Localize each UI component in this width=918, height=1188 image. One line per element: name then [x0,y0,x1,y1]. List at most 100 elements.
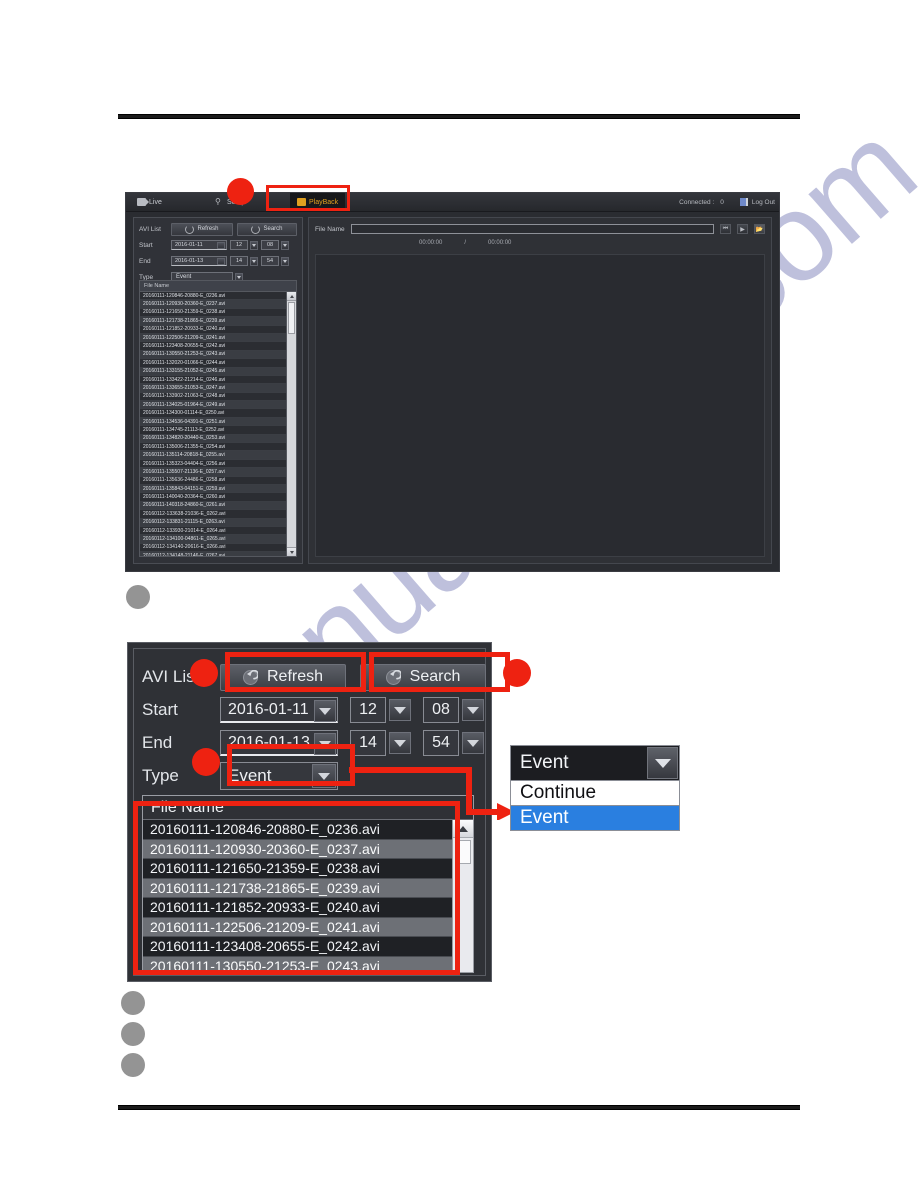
avi-list-control-panel: AVI List Refresh Search Start 2016-01-11… [133,217,303,564]
mini-start-hour[interactable]: 12 [230,240,248,250]
list-item[interactable]: 20160112-134148-21146-E_0267.avi [140,552,287,556]
scroll-up-icon[interactable] [287,292,296,301]
logout-icon [739,198,748,206]
mini-end-date-value: 2016-01-13 [175,258,204,264]
refresh-icon [185,224,195,234]
end-hour-chevron-down-icon[interactable] [389,732,411,754]
mini-end-minute[interactable]: 54 [261,256,279,266]
highlight-box-refresh [225,652,366,692]
list-item[interactable]: 20160112-133930-21014-E_0264.avi [140,526,287,536]
mini-search-button[interactable]: Search [237,222,297,236]
list-item[interactable]: 20160111-140040-20364-E_0260.avi [140,493,287,502]
mini-start-minute[interactable]: 08 [261,240,279,250]
highlight-box-playback-tab [266,185,350,211]
start-date-chevron-down-icon[interactable] [314,700,336,722]
list-item[interactable]: 20160112-134140-20616-E_0266.avi [140,543,287,553]
start-minute-chevron-down-icon[interactable] [462,699,484,721]
mini-start-date-chevron-down-icon[interactable] [217,242,225,249]
list-item[interactable]: 20160112-133831-21115-E_0263.avi [140,518,287,527]
list-item[interactable]: 20160111-121852-20933-E_0240.avi [140,325,287,334]
save-icon[interactable]: 📂 [754,224,765,234]
mini-end-minute-chevron-down-icon[interactable] [281,256,289,266]
app-navigation-bar: Live ⚲ Setup PlayBack Connected : 0 Log … [126,193,779,212]
list-item[interactable]: 20160111-134820-20440-E_0253.avi [140,434,287,444]
type-dropdown-popup[interactable]: Event Continue Event [510,745,680,831]
mini-end-hour-chevron-down-icon[interactable] [250,256,258,266]
mini-end-date-chevron-down-icon[interactable] [217,258,225,265]
start-minute-field[interactable]: 08 [423,697,459,723]
list-item[interactable]: 20160111-135006-21355-E_0254.avi [140,443,287,452]
list-item[interactable]: 20160111-135323-04404-E_0256.avi [140,459,287,469]
list-item[interactable]: 20160112-134100-04861-E_0265.avi [140,535,287,544]
list-item[interactable]: 20160111-135843-04151-E_0259.avi [140,484,287,494]
mini-file-list[interactable]: File Name 20160111-120846-20880-E_0236.a… [139,280,297,557]
nav-tab-live[interactable]: Live [130,193,169,211]
type-dropdown-chevron-down-icon[interactable] [647,747,678,779]
list-item[interactable]: 20160111-133422-21214-E_0246.avi [140,375,287,385]
list-item[interactable]: 20160111-120846-20880-E_0236.avi [140,292,287,301]
logout-label: Log Out [751,198,775,206]
mini-start-minute-chevron-down-icon[interactable] [281,240,289,250]
avi-list-control-rows: AVI List Refresh Search Start 2016-01-11… [134,218,302,286]
mini-end-hour[interactable]: 14 [230,256,248,266]
playback-time-row: 00:00:00 / 00:00:00 [419,240,511,246]
step-marker-4 [121,1053,145,1077]
list-item[interactable]: 20160111-133155-21052-E_0245.avi [140,367,287,376]
end-minute-field[interactable]: 54 [423,730,459,756]
list-item[interactable]: 20160111-122506-21209-E_0241.avi [140,333,287,343]
end-hour-field[interactable]: 14 [350,730,386,756]
playback-filename-input[interactable] [350,224,714,234]
mini-start-hour-chevron-down-icon[interactable] [250,240,258,250]
play-icon[interactable]: ▶ [737,224,748,234]
scroll-down-icon[interactable] [287,547,296,556]
connected-status: Connected : 0 [679,199,724,206]
dropdown-option[interactable]: Event [510,806,680,831]
dropdown-option[interactable]: Continue [510,781,680,806]
mini-end-date-field[interactable]: 2016-01-13 [171,256,227,266]
start-date-field[interactable]: 2016-01-11 [220,697,338,723]
list-item[interactable]: 20160111-135114-20818-E_0255.avi [140,451,287,460]
mini-scrollbar-thumb[interactable] [288,302,295,334]
list-item[interactable]: 20160111-121650-21359-E_0238.avi [140,308,287,318]
type-dropdown-selected-value: Event [520,752,569,773]
list-item[interactable]: 20160111-133902-21063-E_0248.avi [140,392,287,402]
list-item[interactable]: 20160111-120930-20360-E_0237.avi [140,300,287,309]
list-item[interactable]: 20160111-134025-01964-E_0249.avi [140,401,287,410]
playback-video-area[interactable] [315,254,765,557]
mini-row-start: Start 2016-01-11 12 08 [139,238,297,252]
step-marker-2 [121,991,145,1015]
callout-marker-refresh [190,659,218,687]
start-hour-field[interactable]: 12 [350,697,386,723]
list-item[interactable]: 20160112-133638-21036-E_0262.avi [140,510,287,519]
camera-icon [137,198,149,206]
highlight-box-type [227,744,355,786]
mini-start-date-field[interactable]: 2016-01-11 [171,240,227,250]
list-item[interactable]: 20160111-140318-24860-E_0261.avi [140,501,287,511]
type-dropdown-option-list[interactable]: Continue Event [510,781,680,831]
footer-rule [118,1105,800,1110]
start-date-value: 2016-01-11 [228,700,309,718]
mini-file-list-scrollbar[interactable] [286,292,296,556]
application-window-screenshot: Live ⚲ Setup PlayBack Connected : 0 Log … [125,192,780,572]
list-item[interactable]: 20160111-134300-01114-E_0250.avi [140,409,287,418]
wrench-icon: ⚲ [215,197,221,206]
mini-refresh-label: Refresh [197,226,219,232]
list-item[interactable]: 20160111-123408-20655-E_0242.avi [140,342,287,351]
playback-filename-row: File Name ⏮ ▶ 📂 [315,223,765,235]
mini-refresh-button[interactable]: Refresh [171,222,233,236]
list-item[interactable]: 20160111-130550-21253-E_0243.avi [140,350,287,360]
list-item[interactable]: 20160111-134745-21113-E_0252.avi [140,426,287,435]
list-item[interactable]: 20160111-135507-21136-E_0257.avi [140,468,287,477]
list-item[interactable]: 20160111-121738-21865-E_0239.avi [140,317,287,326]
list-item[interactable]: 20160111-132020-01066-E_0244.avi [140,359,287,368]
mini-file-list-body[interactable]: 20160111-120846-20880-E_0236.avi 20160111… [140,292,287,556]
start-hour-chevron-down-icon[interactable] [389,699,411,721]
end-minute-chevron-down-icon[interactable] [462,732,484,754]
list-item[interactable]: 20160111-133655-21053-E_0247.avi [140,384,287,393]
mini-search-label: Search [263,226,283,232]
list-item[interactable]: 20160111-135636-24486-E_0258.avi [140,476,287,485]
logout-button[interactable]: Log Out [739,198,775,206]
type-dropdown-closed-field[interactable]: Event [510,745,680,781]
list-item[interactable]: 20160111-134536-04391-E_0251.avi [140,417,287,427]
skip-previous-icon[interactable]: ⏮ [720,224,731,234]
